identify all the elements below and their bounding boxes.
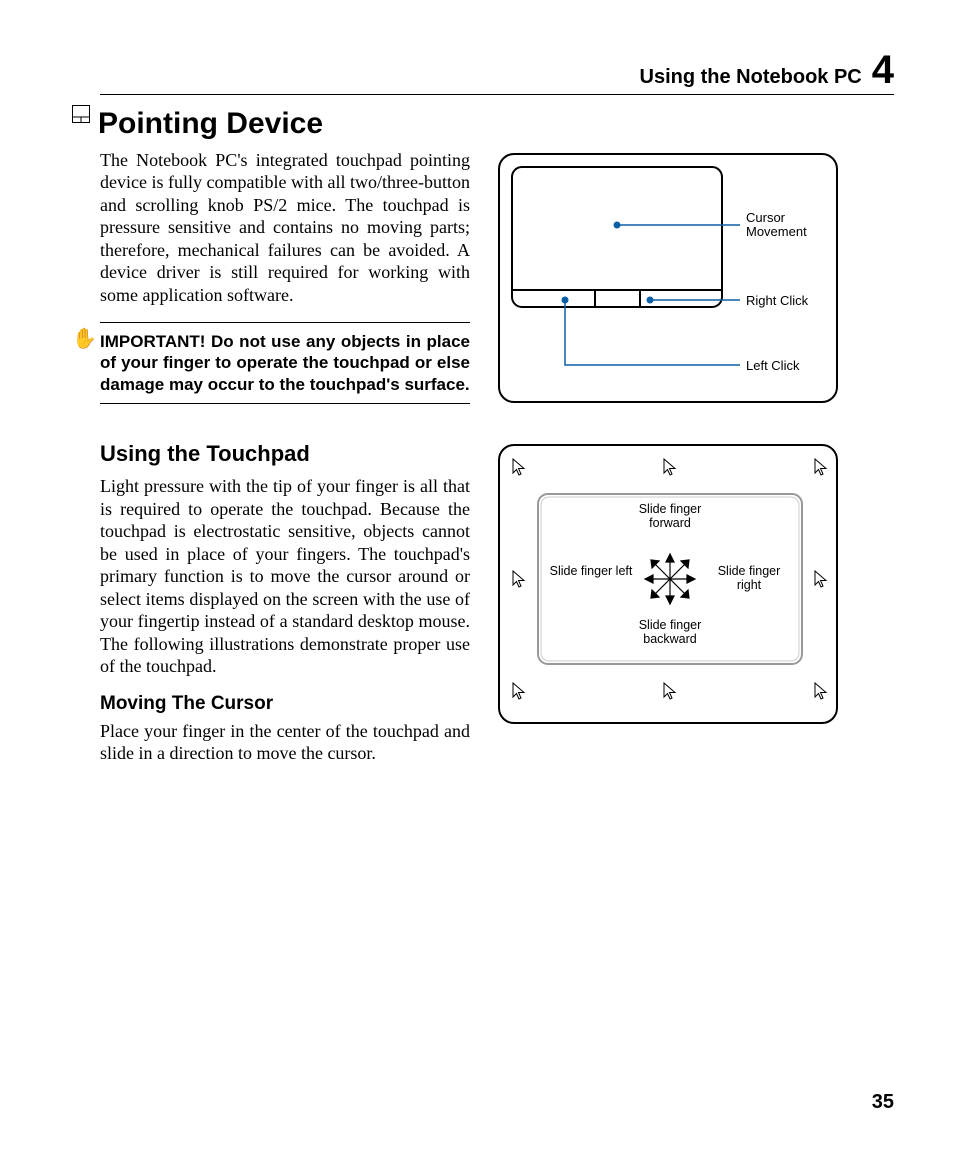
intro-paragraph: The Notebook PC's integrated touchpad po…: [100, 149, 470, 307]
label-left-click: Left Click: [746, 358, 799, 374]
hand-stop-icon: ✋: [72, 329, 97, 349]
label-right-click: Right Click: [746, 293, 808, 309]
cursor-icon: [663, 458, 677, 480]
running-title: Using the Notebook PC: [640, 65, 862, 90]
important-note-text: IMPORTANT! Do not use any objects in pla…: [100, 332, 470, 394]
cursor-icon: [512, 682, 526, 704]
subsection-paragraph-moving-cursor: Place your finger in the center of the t…: [100, 720, 470, 765]
section-paragraph-using-touchpad: Light pressure with the tip of your fing…: [100, 475, 470, 678]
subsection-heading-moving-cursor: Moving The Cursor: [100, 692, 470, 716]
touchpad-icon: [72, 105, 90, 123]
label-slide-left: Slide finger left: [546, 564, 636, 578]
running-header: Using the Notebook PC 4: [100, 50, 894, 95]
chapter-number: 4: [872, 50, 894, 90]
cursor-icon: [512, 570, 526, 592]
section-heading-using-touchpad: Using the Touchpad: [100, 440, 470, 468]
important-note: ✋ IMPORTANT! Do not use any objects in p…: [100, 322, 470, 404]
cursor-icon: [814, 682, 828, 704]
page-title: Pointing Device: [98, 105, 323, 143]
label-slide-forward: Slide finger forward: [625, 502, 715, 531]
cursor-icon: [814, 458, 828, 480]
cursor-icon: [814, 570, 828, 592]
cursor-icon: [663, 682, 677, 704]
label-cursor-movement: Cursor Movement: [746, 211, 826, 241]
page-number: 35: [872, 1090, 894, 1115]
figure-moving-cursor: Slide finger forward Slide finger backwa…: [498, 444, 838, 724]
cursor-icon: [512, 458, 526, 480]
label-slide-right: Slide finger right: [704, 564, 794, 593]
figure-touchpad-layout: Cursor Movement Right Click Left Click: [498, 153, 838, 403]
label-slide-backward: Slide finger backward: [625, 618, 715, 647]
